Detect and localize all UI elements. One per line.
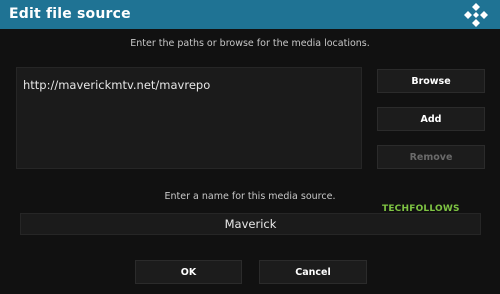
dialog-title: Edit file source xyxy=(9,6,131,22)
paths-list[interactable]: http://maverickmtv.net/mavrepo xyxy=(16,67,362,169)
name-instruction: Enter a name for this media source. xyxy=(164,191,336,202)
remove-button[interactable]: Remove xyxy=(377,145,485,169)
ok-button[interactable]: OK xyxy=(135,260,242,284)
browse-button[interactable]: Browse xyxy=(377,69,485,93)
cancel-button[interactable]: Cancel xyxy=(259,260,367,284)
dialog-titlebar: Edit file source xyxy=(0,0,500,29)
path-item[interactable]: http://maverickmtv.net/mavrepo xyxy=(23,78,210,92)
paths-instruction: Enter the paths or browse for the media … xyxy=(130,38,370,49)
add-button[interactable]: Add xyxy=(377,107,485,131)
source-name-input[interactable]: Maverick xyxy=(20,213,481,235)
kodi-logo-icon xyxy=(464,3,488,27)
